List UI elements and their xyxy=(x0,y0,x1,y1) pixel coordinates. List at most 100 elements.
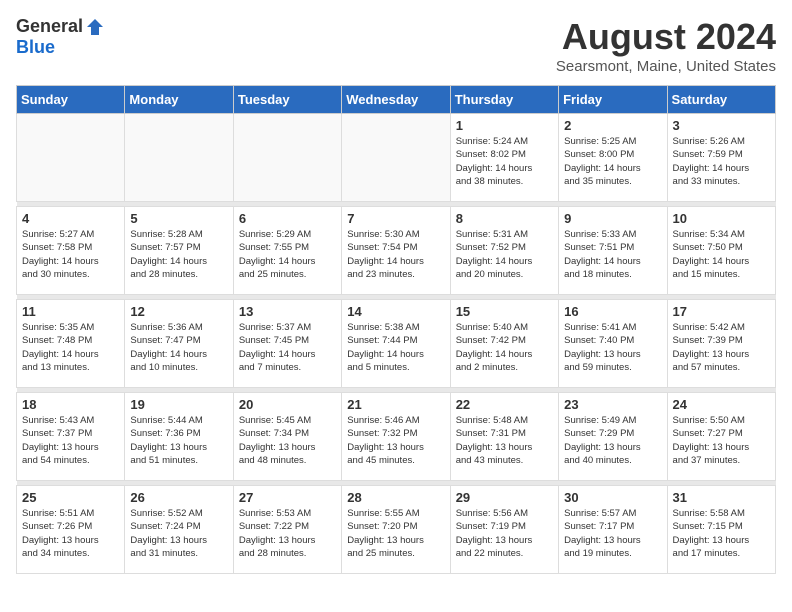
day-number: 14 xyxy=(347,304,444,319)
day-info: Sunrise: 5:57 AM Sunset: 7:17 PM Dayligh… xyxy=(564,507,661,560)
day-number: 29 xyxy=(456,490,553,505)
calendar-day-header: Friday xyxy=(559,86,667,114)
day-number: 9 xyxy=(564,211,661,226)
day-info: Sunrise: 5:53 AM Sunset: 7:22 PM Dayligh… xyxy=(239,507,336,560)
calendar-day-cell: 17 Sunrise: 5:42 AM Sunset: 7:39 PM Dayli… xyxy=(667,300,775,388)
logo: General Blue xyxy=(16,16,105,58)
calendar-day-cell: 15Sunrise: 5:40 AM Sunset: 7:42 PM Dayli… xyxy=(450,300,558,388)
day-info: Sunrise: 5:44 AM Sunset: 7:36 PM Dayligh… xyxy=(130,414,227,467)
calendar-day-cell: 13Sunrise: 5:37 AM Sunset: 7:45 PM Dayli… xyxy=(233,300,341,388)
day-number: 26 xyxy=(130,490,227,505)
day-info: Sunrise: 5:48 AM Sunset: 7:31 PM Dayligh… xyxy=(456,414,553,467)
calendar-day-cell: 20 Sunrise: 5:45 AM Sunset: 7:34 PM Dayli… xyxy=(233,393,341,481)
calendar-day-cell xyxy=(342,114,450,202)
day-number: 23 xyxy=(564,397,661,412)
calendar-day-cell: 31 Sunrise: 5:58 AM Sunset: 7:15 PM Dayli… xyxy=(667,486,775,574)
calendar-day-cell: 5Sunrise: 5:28 AM Sunset: 7:57 PM Daylig… xyxy=(125,207,233,295)
day-info: Sunrise: 5:45 AM Sunset: 7:34 PM Dayligh… xyxy=(239,414,336,467)
day-number: 16 xyxy=(564,304,661,319)
day-info: Sunrise: 5:24 AM Sunset: 8:02 PM Dayligh… xyxy=(456,135,553,188)
day-info: Sunrise: 5:58 AM Sunset: 7:15 PM Dayligh… xyxy=(673,507,770,560)
day-number: 19 xyxy=(130,397,227,412)
day-number: 28 xyxy=(347,490,444,505)
day-info: Sunrise: 5:30 AM Sunset: 7:54 PM Dayligh… xyxy=(347,228,444,281)
day-info: Sunrise: 5:34 AM Sunset: 7:50 PM Dayligh… xyxy=(673,228,770,281)
day-info: Sunrise: 5:25 AM Sunset: 8:00 PM Dayligh… xyxy=(564,135,661,188)
day-number: 24 xyxy=(673,397,770,412)
calendar-day-cell: 6 Sunrise: 5:29 AM Sunset: 7:55 PM Daylig… xyxy=(233,207,341,295)
day-number: 13 xyxy=(239,304,336,319)
day-number: 6 xyxy=(239,211,336,226)
calendar-day-cell: 3 Sunrise: 5:26 AM Sunset: 7:59 PM Daylig… xyxy=(667,114,775,202)
day-number: 15 xyxy=(456,304,553,319)
calendar-day-cell: 2Sunrise: 5:25 AM Sunset: 8:00 PM Daylig… xyxy=(559,114,667,202)
day-info: Sunrise: 5:35 AM Sunset: 7:48 PM Dayligh… xyxy=(22,321,119,374)
calendar-day-cell: 11 Sunrise: 5:35 AM Sunset: 7:48 PM Dayli… xyxy=(17,300,125,388)
day-info: Sunrise: 5:38 AM Sunset: 7:44 PM Dayligh… xyxy=(347,321,444,374)
day-number: 17 xyxy=(673,304,770,319)
day-number: 1 xyxy=(456,118,553,133)
day-number: 4 xyxy=(22,211,119,226)
calendar-day-cell: 30 Sunrise: 5:57 AM Sunset: 7:17 PM Dayli… xyxy=(559,486,667,574)
calendar-week-row: 1 Sunrise: 5:24 AM Sunset: 8:02 PM Daylig… xyxy=(17,114,776,202)
calendar-day-cell xyxy=(233,114,341,202)
calendar-day-cell xyxy=(125,114,233,202)
calendar-day-cell: 27Sunrise: 5:53 AM Sunset: 7:22 PM Dayli… xyxy=(233,486,341,574)
page-header: General Blue August 2024 Searsmont, Main… xyxy=(16,16,776,75)
calendar-day-cell: 18 Sunrise: 5:43 AM Sunset: 7:37 PM Dayli… xyxy=(17,393,125,481)
day-number: 12 xyxy=(130,304,227,319)
calendar-day-header: Monday xyxy=(125,86,233,114)
calendar-day-cell: 29 Sunrise: 5:56 AM Sunset: 7:19 PM Dayli… xyxy=(450,486,558,574)
day-number: 20 xyxy=(239,397,336,412)
calendar-day-cell: 10 Sunrise: 5:34 AM Sunset: 7:50 PM Dayli… xyxy=(667,207,775,295)
day-number: 3 xyxy=(673,118,770,133)
calendar-day-cell: 1 Sunrise: 5:24 AM Sunset: 8:02 PM Daylig… xyxy=(450,114,558,202)
calendar-day-cell: 24Sunrise: 5:50 AM Sunset: 7:27 PM Dayli… xyxy=(667,393,775,481)
day-info: Sunrise: 5:42 AM Sunset: 7:39 PM Dayligh… xyxy=(673,321,770,374)
calendar-table: SundayMondayTuesdayWednesdayThursdayFrid… xyxy=(16,85,776,574)
month-year-title: August 2024 xyxy=(556,16,776,58)
day-number: 30 xyxy=(564,490,661,505)
day-info: Sunrise: 5:33 AM Sunset: 7:51 PM Dayligh… xyxy=(564,228,661,281)
day-info: Sunrise: 5:29 AM Sunset: 7:55 PM Dayligh… xyxy=(239,228,336,281)
location-text: Searsmont, Maine, United States xyxy=(556,58,776,75)
day-number: 21 xyxy=(347,397,444,412)
calendar-day-cell: 22 Sunrise: 5:48 AM Sunset: 7:31 PM Dayli… xyxy=(450,393,558,481)
day-info: Sunrise: 5:46 AM Sunset: 7:32 PM Dayligh… xyxy=(347,414,444,467)
calendar-day-cell: 28Sunrise: 5:55 AM Sunset: 7:20 PM Dayli… xyxy=(342,486,450,574)
day-info: Sunrise: 5:28 AM Sunset: 7:57 PM Dayligh… xyxy=(130,228,227,281)
day-number: 10 xyxy=(673,211,770,226)
calendar-header-row: SundayMondayTuesdayWednesdayThursdayFrid… xyxy=(17,86,776,114)
day-number: 22 xyxy=(456,397,553,412)
day-info: Sunrise: 5:51 AM Sunset: 7:26 PM Dayligh… xyxy=(22,507,119,560)
calendar-day-cell: 23Sunrise: 5:49 AM Sunset: 7:29 PM Dayli… xyxy=(559,393,667,481)
calendar-day-cell xyxy=(17,114,125,202)
calendar-week-row: 18 Sunrise: 5:43 AM Sunset: 7:37 PM Dayli… xyxy=(17,393,776,481)
calendar-day-cell: 21 Sunrise: 5:46 AM Sunset: 7:32 PM Dayli… xyxy=(342,393,450,481)
day-info: Sunrise: 5:36 AM Sunset: 7:47 PM Dayligh… xyxy=(130,321,227,374)
logo-blue-text: Blue xyxy=(16,37,55,58)
logo-general-text: General xyxy=(16,16,83,37)
day-info: Sunrise: 5:27 AM Sunset: 7:58 PM Dayligh… xyxy=(22,228,119,281)
calendar-day-cell: 12 Sunrise: 5:36 AM Sunset: 7:47 PM Dayli… xyxy=(125,300,233,388)
day-info: Sunrise: 5:31 AM Sunset: 7:52 PM Dayligh… xyxy=(456,228,553,281)
calendar-day-cell: 19 Sunrise: 5:44 AM Sunset: 7:36 PM Dayli… xyxy=(125,393,233,481)
day-info: Sunrise: 5:26 AM Sunset: 7:59 PM Dayligh… xyxy=(673,135,770,188)
day-info: Sunrise: 5:56 AM Sunset: 7:19 PM Dayligh… xyxy=(456,507,553,560)
calendar-day-cell: 16 Sunrise: 5:41 AM Sunset: 7:40 PM Dayli… xyxy=(559,300,667,388)
calendar-day-cell: 7Sunrise: 5:30 AM Sunset: 7:54 PM Daylig… xyxy=(342,207,450,295)
calendar-day-cell: 9 Sunrise: 5:33 AM Sunset: 7:51 PM Daylig… xyxy=(559,207,667,295)
day-number: 11 xyxy=(22,304,119,319)
day-info: Sunrise: 5:43 AM Sunset: 7:37 PM Dayligh… xyxy=(22,414,119,467)
calendar-day-header: Tuesday xyxy=(233,86,341,114)
title-block: August 2024 Searsmont, Maine, United Sta… xyxy=(556,16,776,75)
day-number: 18 xyxy=(22,397,119,412)
calendar-day-header: Saturday xyxy=(667,86,775,114)
day-number: 31 xyxy=(673,490,770,505)
calendar-week-row: 25 Sunrise: 5:51 AM Sunset: 7:26 PM Dayli… xyxy=(17,486,776,574)
day-info: Sunrise: 5:41 AM Sunset: 7:40 PM Dayligh… xyxy=(564,321,661,374)
calendar-week-row: 4 Sunrise: 5:27 AM Sunset: 7:58 PM Daylig… xyxy=(17,207,776,295)
day-number: 25 xyxy=(22,490,119,505)
calendar-week-row: 11 Sunrise: 5:35 AM Sunset: 7:48 PM Dayli… xyxy=(17,300,776,388)
calendar-day-cell: 4 Sunrise: 5:27 AM Sunset: 7:58 PM Daylig… xyxy=(17,207,125,295)
